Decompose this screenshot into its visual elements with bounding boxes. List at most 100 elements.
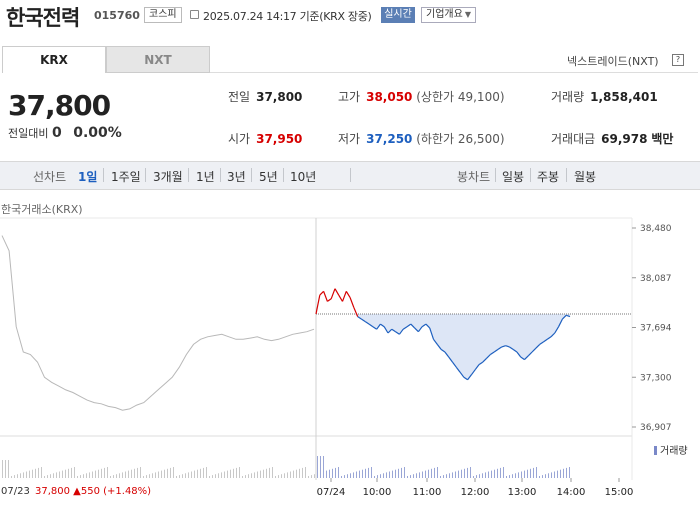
volume-bar	[395, 469, 396, 478]
divider	[350, 168, 351, 182]
volume-bar	[569, 467, 570, 478]
prev-close-info: 37,800 ▲550 (+1.48%)	[35, 486, 152, 497]
stock-name: 한국전력	[6, 6, 80, 30]
volume-bar	[155, 472, 156, 478]
price-change: 전일대비 0 0.00%	[8, 125, 122, 141]
volume-bar	[302, 467, 303, 478]
volume-bar	[98, 469, 99, 478]
period-10y[interactable]: 10년	[290, 168, 316, 185]
volume-bar	[479, 474, 480, 478]
volume-bar	[35, 468, 36, 478]
volume-bar	[152, 473, 153, 478]
candle-monthly[interactable]: 월봉	[574, 168, 596, 185]
volume-bar	[230, 469, 231, 478]
volume-bar	[209, 476, 210, 478]
volume-bar	[80, 475, 81, 478]
period-5y[interactable]: 5년	[259, 168, 278, 185]
period-3y[interactable]: 3년	[227, 168, 246, 185]
volume-bar	[431, 468, 432, 478]
volume-bar	[386, 472, 387, 478]
stat-open-label: 시가	[228, 132, 251, 146]
volume-bar	[8, 460, 9, 478]
volume-bar	[320, 456, 321, 478]
volume-bar	[50, 474, 51, 478]
volume-bar	[332, 468, 333, 478]
volume-bar	[197, 469, 198, 478]
volume-bar	[512, 474, 513, 478]
help-icon[interactable]: ?	[672, 54, 684, 66]
tab-nxt[interactable]: NXT	[106, 46, 210, 73]
y-tick-label: 36,907	[640, 423, 672, 433]
volume-bar	[242, 476, 243, 478]
x-axis: 07/24 10:00 11:00 12:00 13:00 14:00 15:00	[317, 478, 633, 495]
volume-bar	[47, 475, 48, 478]
volume-bar	[107, 467, 108, 478]
volume-bar	[32, 469, 33, 478]
volume-bar	[521, 471, 522, 478]
volume-bar	[122, 472, 123, 478]
period-1d[interactable]: 1일	[78, 168, 97, 185]
volume-bar	[380, 474, 381, 478]
volume-bar	[440, 476, 441, 478]
volume-bar	[173, 467, 174, 478]
company-info-dropdown[interactable]: 기업개요 ▼	[421, 7, 476, 23]
volume-bar	[221, 472, 222, 478]
volume-bar	[518, 472, 519, 478]
volume-bar	[377, 475, 378, 478]
volume-bar	[383, 473, 384, 478]
volume-bar	[350, 473, 351, 478]
realtime-button[interactable]: 실시간	[381, 7, 415, 23]
x-tick-label: 13:00	[508, 487, 537, 495]
volume-bar	[146, 475, 147, 478]
volume-bar	[359, 470, 360, 478]
volume-bar	[533, 467, 534, 478]
volume-bar	[458, 470, 459, 478]
volume-bar	[314, 474, 315, 478]
volume-bar	[317, 456, 318, 478]
volume-bar	[269, 467, 270, 478]
volume-bar	[2, 460, 3, 478]
stat-volume: 거래량 1,858,401	[551, 88, 658, 105]
candle-daily[interactable]: 일봉	[502, 168, 524, 185]
volume-bar	[347, 474, 348, 478]
change-percent: 0.00%	[73, 125, 122, 141]
volume-bar	[425, 470, 426, 478]
volume-bar	[125, 471, 126, 478]
period-3m[interactable]: 3개월	[153, 168, 183, 185]
clock-icon	[190, 10, 199, 19]
volume-bar	[470, 467, 471, 478]
volume-bar	[476, 475, 477, 478]
volume-bar	[437, 467, 438, 478]
volume-bar	[11, 476, 12, 478]
company-info-label: 기업개요	[426, 9, 463, 20]
volume-bar	[89, 472, 90, 478]
volume-bar	[335, 467, 336, 478]
divider	[283, 168, 284, 182]
below-prev-close-fill	[316, 314, 570, 380]
period-1w[interactable]: 1주일	[111, 168, 141, 185]
volume-bar	[452, 472, 453, 478]
candle-weekly[interactable]: 주봉	[537, 168, 559, 185]
volume-bar	[449, 473, 450, 478]
volume-bar	[398, 468, 399, 478]
volume-bar	[365, 468, 366, 478]
period-1y[interactable]: 1년	[196, 168, 215, 185]
volume-bar	[527, 469, 528, 478]
stock-code: 015760	[94, 9, 140, 22]
volume-bar	[245, 475, 246, 478]
volume-bar	[5, 460, 6, 478]
volume-bar	[215, 474, 216, 478]
tab-krx[interactable]: KRX	[2, 46, 106, 73]
candle-chart-label: 봉차트	[457, 170, 491, 184]
volume-bar	[128, 470, 129, 478]
y-axis: 38,480 38,087 37,694 37,300 36,907	[632, 224, 672, 433]
volume-bar	[161, 470, 162, 478]
volume-bar	[95, 470, 96, 478]
stock-header: 한국전력 015760 코스피 2025.07.24 14:17 기준(KRX …	[0, 0, 700, 30]
volume-bar	[134, 468, 135, 478]
volume-bar	[371, 467, 372, 478]
volume-bar	[83, 474, 84, 478]
volume-bar	[266, 468, 267, 478]
volume-bar	[536, 467, 537, 478]
volume-bar	[557, 470, 558, 478]
